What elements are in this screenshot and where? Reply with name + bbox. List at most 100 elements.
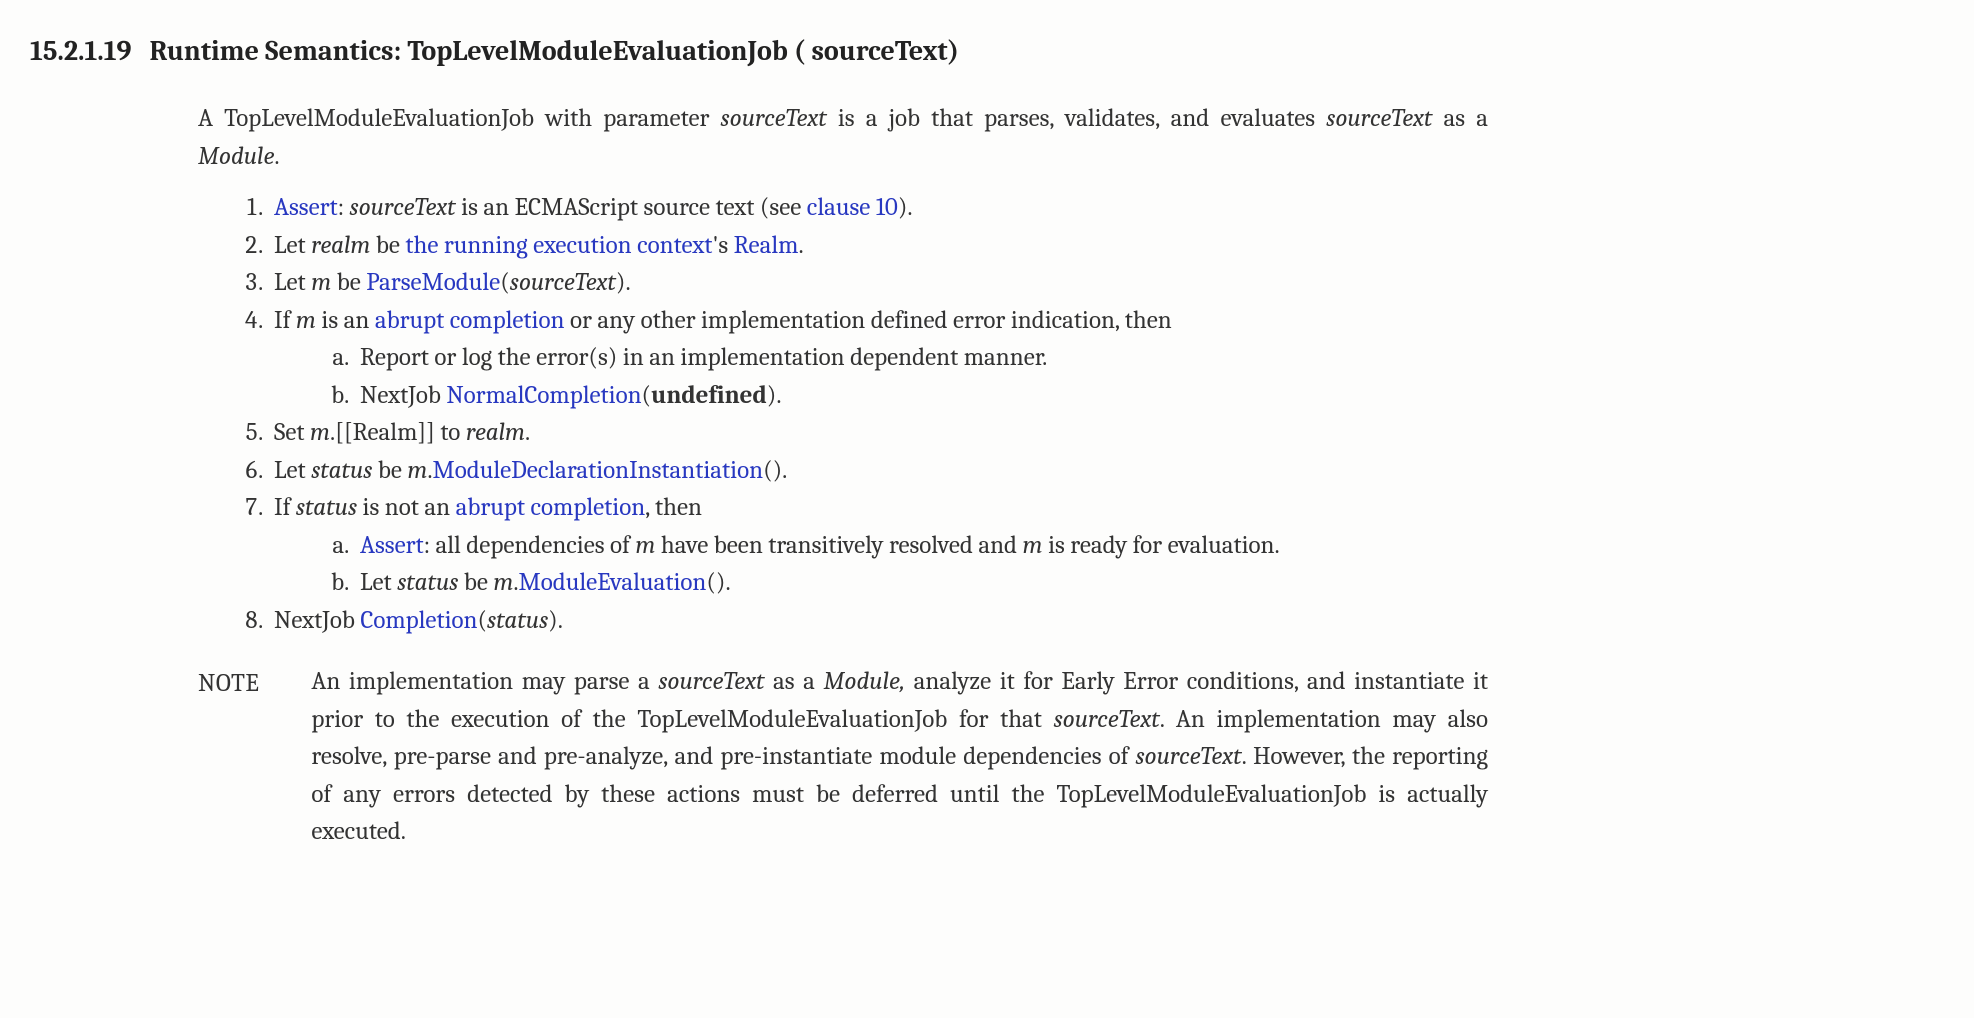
var-sourcetext: sourceText (721, 104, 827, 133)
text: or any other implementation defined erro… (564, 306, 1171, 335)
var-module: Module (198, 142, 274, 171)
var-sourcetext: sourceText (350, 193, 456, 222)
text: is ready for evaluation. (1043, 531, 1280, 560)
text: Let (274, 268, 311, 297)
algorithm-step: If status is not an abrupt completion, t… (268, 489, 1488, 602)
text: ( (500, 268, 510, 297)
xref-normalcompletion[interactable]: NormalCompletion (446, 381, 641, 410)
section-title-prefix: Runtime Semantics: TopLevelModuleEvaluat… (150, 35, 812, 67)
algorithm-step: Set m.[[Realm]] to realm. (268, 414, 1488, 452)
algorithm-step: If m is an abrupt completion or any othe… (268, 302, 1488, 415)
var-sourcetext: sourceText (1054, 705, 1160, 734)
text: ). (898, 193, 913, 222)
note-block: NOTE An implementation may parse a sourc… (198, 663, 1488, 851)
text: Let (360, 568, 397, 597)
text: If (274, 306, 296, 335)
text: as a (1432, 104, 1488, 133)
text: be (370, 231, 405, 260)
xref-moduleevaluation[interactable]: ModuleEvaluation (519, 568, 707, 597)
text: (). (706, 568, 730, 597)
algorithm-substep: Report or log the error(s) in an impleme… (354, 339, 1488, 377)
var-status: status (296, 493, 357, 522)
xref-parsemodule[interactable]: ParseModule (366, 268, 500, 297)
text: have been transitively resolved and (655, 531, 1022, 560)
section-title-suffix: ) (948, 35, 959, 67)
text: ). (548, 606, 563, 635)
var-m: m (635, 531, 655, 560)
text: 's (712, 231, 733, 260)
text: Set (274, 418, 310, 447)
section-title: Runtime Semantics: TopLevelModuleEvaluat… (150, 30, 960, 72)
text: A TopLevelModuleEvaluationJob with param… (198, 104, 721, 133)
algorithm-step: NextJob Completion(status). (268, 602, 1488, 640)
text: NextJob (274, 606, 360, 635)
text: Let (274, 456, 311, 485)
text: . (274, 142, 279, 171)
value-undefined: undefined (651, 381, 767, 410)
text: ). (767, 381, 782, 410)
text: : (338, 193, 350, 222)
var-sourcetext: sourceText (1135, 742, 1241, 771)
section-heading: 15.2.1.19 Runtime Semantics: TopLevelMod… (30, 30, 1924, 72)
algorithm-step: Let realm be the running execution conte… (268, 227, 1488, 265)
var-module: Module, (824, 667, 906, 696)
var-m: m (296, 306, 316, 335)
text: is a job that parses, validates, and eva… (827, 104, 1327, 133)
var-realm: realm (466, 418, 525, 447)
intro-paragraph: A TopLevelModuleEvaluationJob with param… (198, 100, 1488, 175)
text: (). (763, 456, 787, 485)
text: be (458, 568, 493, 597)
xref-moduledeclarationinstantiation[interactable]: ModuleDeclarationInstantiation (433, 456, 764, 485)
var-m: m (310, 418, 330, 447)
note-text: An implementation may parse a sourceText… (311, 663, 1488, 851)
xref-abrupt-completion[interactable]: abrupt completion (456, 493, 646, 522)
text: , then (645, 493, 702, 522)
var-m: m (1023, 531, 1043, 560)
xref-assert[interactable]: Assert (360, 531, 424, 560)
text: An implementation may parse a (311, 667, 658, 696)
text: . (525, 418, 530, 447)
text: be (372, 456, 407, 485)
text: ( (477, 606, 487, 635)
algorithm-substeps: Assert: all dependencies of m have been … (274, 527, 1488, 602)
var-status: status (397, 568, 458, 597)
text: Let (274, 231, 311, 260)
xref-abrupt-completion[interactable]: abrupt completion (375, 306, 565, 335)
section-body: A TopLevelModuleEvaluationJob with param… (198, 100, 1488, 851)
text: NextJob (360, 381, 446, 410)
text: ( (642, 381, 652, 410)
text: is an (316, 306, 375, 335)
text: is not an (357, 493, 456, 522)
text: is an ECMAScript source text (see (456, 193, 807, 222)
algorithm-substep: Let status be m.ModuleEvaluation(). (354, 564, 1488, 602)
section-title-param: sourceText (812, 35, 948, 67)
var-status: status (487, 606, 548, 635)
algorithm-step: Let m be ParseModule(sourceText). (268, 264, 1488, 302)
algorithm-steps: Assert: sourceText is an ECMAScript sour… (198, 189, 1488, 639)
var-sourcetext: sourceText (510, 268, 616, 297)
var-m: m (311, 268, 331, 297)
text: .[[Realm]] to (330, 418, 466, 447)
text: as a (764, 667, 823, 696)
text: If (274, 493, 296, 522)
xref-clause-10[interactable]: clause 10 (807, 193, 898, 222)
algorithm-substep: NextJob NormalCompletion(undefined). (354, 377, 1488, 415)
var-realm: realm (311, 231, 370, 260)
xref-realm[interactable]: Realm (734, 231, 799, 260)
text: ). (616, 268, 631, 297)
section-number: 15.2.1.19 (30, 30, 132, 72)
xref-running-execution-context[interactable]: the running execution context (405, 231, 712, 260)
text: : all dependencies of (424, 531, 636, 560)
var-status: status (311, 456, 372, 485)
var-m: m (407, 456, 427, 485)
xref-completion[interactable]: Completion (360, 606, 477, 635)
algorithm-substep: Assert: all dependencies of m have been … (354, 527, 1488, 565)
var-sourcetext: sourceText (658, 667, 764, 696)
note-label: NOTE (198, 663, 259, 851)
algorithm-step: Assert: sourceText is an ECMAScript sour… (268, 189, 1488, 227)
xref-assert[interactable]: Assert (274, 193, 338, 222)
text: . (798, 231, 803, 260)
text: be (331, 268, 366, 297)
var-sourcetext: sourceText (1326, 104, 1432, 133)
algorithm-substeps: Report or log the error(s) in an impleme… (274, 339, 1488, 414)
